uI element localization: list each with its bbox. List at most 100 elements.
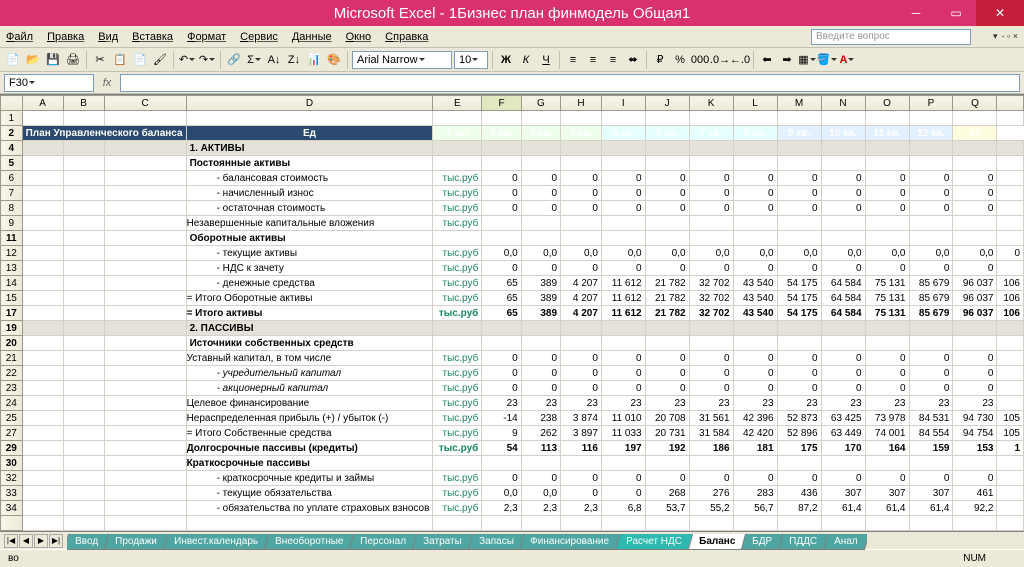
data-cell[interactable] bbox=[953, 156, 997, 171]
data-cell[interactable]: 75 131 bbox=[865, 291, 909, 306]
data-cell[interactable]: 21 782 bbox=[645, 306, 689, 321]
data-cell[interactable] bbox=[645, 216, 689, 231]
data-cell[interactable] bbox=[997, 186, 1024, 201]
data-cell[interactable] bbox=[482, 231, 521, 246]
data-cell[interactable]: 23 bbox=[821, 396, 865, 411]
row-header[interactable]: 23 bbox=[1, 381, 23, 396]
data-cell[interactable]: 92,2 bbox=[953, 501, 997, 516]
data-cell[interactable] bbox=[482, 156, 521, 171]
data-cell[interactable]: 0 bbox=[865, 351, 909, 366]
data-cell[interactable] bbox=[953, 231, 997, 246]
row-header[interactable]: 17 bbox=[1, 306, 23, 321]
data-cell[interactable]: 0 bbox=[645, 201, 689, 216]
close-button[interactable]: ✕ bbox=[976, 0, 1024, 26]
data-cell[interactable]: 0 bbox=[561, 366, 602, 381]
data-cell[interactable]: 0 bbox=[482, 381, 521, 396]
column-header[interactable]: B bbox=[63, 96, 104, 111]
data-cell[interactable]: 0 bbox=[689, 186, 733, 201]
data-cell[interactable]: 262 bbox=[521, 426, 560, 441]
data-cell[interactable]: 0 bbox=[865, 201, 909, 216]
row-header[interactable]: 6 bbox=[1, 171, 23, 186]
help-search-box[interactable]: Введите вопрос bbox=[811, 29, 971, 45]
data-cell[interactable] bbox=[689, 336, 733, 351]
data-cell[interactable]: 43 540 bbox=[733, 306, 777, 321]
data-cell[interactable]: 153 bbox=[953, 441, 997, 456]
data-cell[interactable]: 87,2 bbox=[777, 501, 821, 516]
data-cell[interactable] bbox=[821, 141, 865, 156]
sheet-tab[interactable]: ПДДС bbox=[778, 534, 828, 550]
data-cell[interactable] bbox=[689, 456, 733, 471]
data-cell[interactable]: 0 bbox=[521, 366, 560, 381]
data-cell[interactable] bbox=[561, 141, 602, 156]
data-cell[interactable]: 0 bbox=[561, 171, 602, 186]
spreadsheet-grid[interactable]: ABCDEFGHIJKLMNOPQ12План Управленческого … bbox=[0, 95, 1024, 531]
data-cell[interactable]: 2,3 bbox=[521, 501, 560, 516]
data-cell[interactable]: 0 bbox=[689, 261, 733, 276]
data-cell[interactable] bbox=[777, 456, 821, 471]
data-cell[interactable]: 0 bbox=[601, 171, 645, 186]
data-cell[interactable]: 0 bbox=[909, 261, 953, 276]
sheet-tab[interactable]: Инвест.календарь bbox=[163, 534, 269, 550]
data-cell[interactable] bbox=[997, 351, 1024, 366]
sheet-tab[interactable]: Продажи bbox=[104, 534, 168, 550]
tab-last-icon[interactable]: ▶| bbox=[49, 534, 63, 548]
print-icon[interactable]: 🖨 bbox=[64, 51, 82, 69]
data-cell[interactable]: 23 bbox=[521, 396, 560, 411]
data-cell[interactable] bbox=[561, 336, 602, 351]
merge-center-icon[interactable]: ⬌ bbox=[624, 51, 642, 69]
data-cell[interactable] bbox=[865, 231, 909, 246]
data-cell[interactable]: 0 bbox=[561, 261, 602, 276]
underline-icon[interactable]: Ч bbox=[537, 51, 555, 69]
data-cell[interactable]: 0 bbox=[601, 366, 645, 381]
data-cell[interactable] bbox=[733, 456, 777, 471]
data-cell[interactable]: 106 bbox=[997, 306, 1024, 321]
data-cell[interactable] bbox=[821, 336, 865, 351]
data-cell[interactable] bbox=[865, 216, 909, 231]
data-cell[interactable] bbox=[777, 216, 821, 231]
data-cell[interactable] bbox=[733, 216, 777, 231]
data-cell[interactable] bbox=[953, 336, 997, 351]
data-cell[interactable] bbox=[997, 231, 1024, 246]
data-cell[interactable] bbox=[521, 216, 560, 231]
increase-decimal-icon[interactable]: .0→ bbox=[711, 51, 729, 69]
data-cell[interactable]: 54 175 bbox=[777, 276, 821, 291]
redo-icon[interactable]: ↷ bbox=[198, 51, 216, 69]
data-cell[interactable] bbox=[482, 321, 521, 336]
data-cell[interactable]: 0 bbox=[689, 171, 733, 186]
menu-item[interactable]: Вставка bbox=[132, 31, 173, 43]
data-cell[interactable]: 65 bbox=[482, 276, 521, 291]
data-cell[interactable]: 0 bbox=[561, 351, 602, 366]
data-cell[interactable] bbox=[909, 336, 953, 351]
tab-scroll-buttons[interactable]: |◀ ◀ ▶ ▶| bbox=[0, 534, 67, 548]
data-cell[interactable] bbox=[521, 156, 560, 171]
data-cell[interactable]: 0 bbox=[865, 171, 909, 186]
data-cell[interactable] bbox=[909, 141, 953, 156]
row-header[interactable]: 7 bbox=[1, 186, 23, 201]
font-selector[interactable]: Arial Narrow bbox=[352, 51, 452, 69]
data-cell[interactable]: 0 bbox=[821, 366, 865, 381]
data-cell[interactable] bbox=[561, 456, 602, 471]
data-cell[interactable] bbox=[689, 321, 733, 336]
row-header[interactable]: 5 bbox=[1, 156, 23, 171]
data-cell[interactable]: 74 001 bbox=[865, 426, 909, 441]
data-cell[interactable]: 0 bbox=[482, 201, 521, 216]
sheet-tab[interactable]: БДР bbox=[741, 534, 783, 550]
data-cell[interactable]: 23 bbox=[733, 396, 777, 411]
data-cell[interactable]: 113 bbox=[521, 441, 560, 456]
data-cell[interactable]: 65 bbox=[482, 306, 521, 321]
data-cell[interactable]: 0 bbox=[733, 366, 777, 381]
data-cell[interactable] bbox=[601, 216, 645, 231]
column-header[interactable]: F bbox=[482, 96, 521, 111]
data-cell[interactable] bbox=[733, 141, 777, 156]
data-cell[interactable] bbox=[997, 486, 1024, 501]
data-cell[interactable]: 0 bbox=[909, 366, 953, 381]
data-cell[interactable]: 0 bbox=[689, 381, 733, 396]
undo-icon[interactable]: ↶ bbox=[178, 51, 196, 69]
data-cell[interactable] bbox=[953, 141, 997, 156]
data-cell[interactable]: 0,0 bbox=[521, 486, 560, 501]
data-cell[interactable]: 0 bbox=[821, 471, 865, 486]
indent-decrease-icon[interactable]: ⬅ bbox=[758, 51, 776, 69]
data-cell[interactable]: 96 037 bbox=[953, 276, 997, 291]
data-cell[interactable]: 159 bbox=[909, 441, 953, 456]
data-cell[interactable]: 0 bbox=[777, 381, 821, 396]
